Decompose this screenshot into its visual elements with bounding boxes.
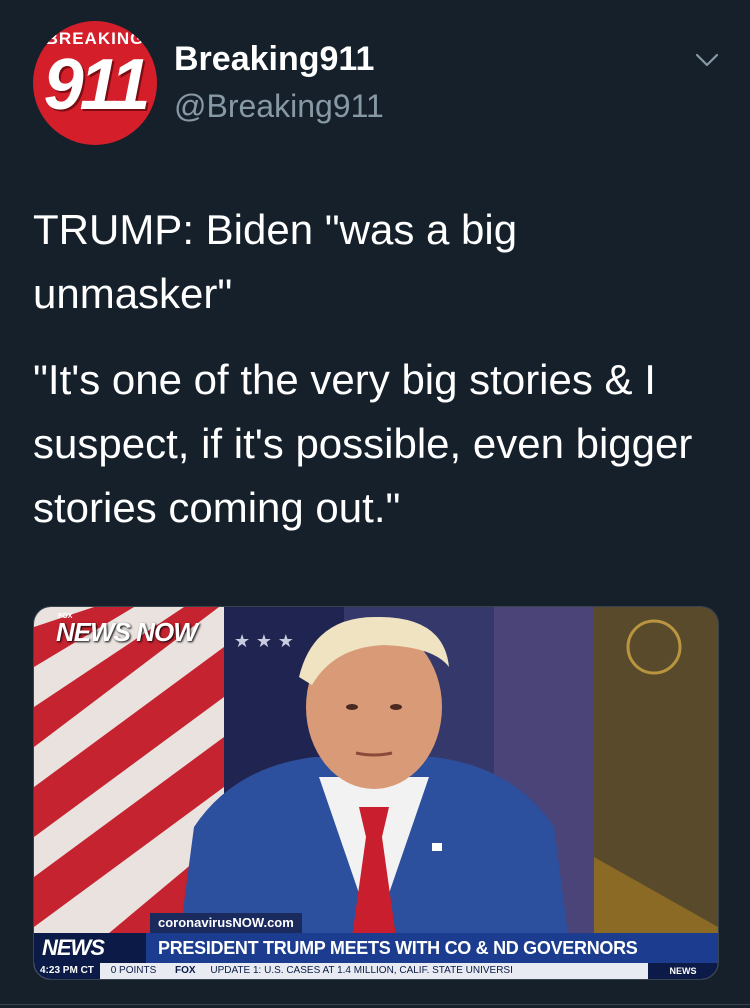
tweet-text: TRUMP: Biden "was a big unmasker" "It's … — [33, 198, 723, 540]
ticker-crawl: 4:23 PM CT 0 POINTS FOX UPDATE 1: U.S. C… — [34, 963, 718, 979]
svg-text:★ ★ ★: ★ ★ ★ — [234, 631, 294, 652]
ticker-time: 4:23 PM CT — [34, 963, 100, 979]
chevron-down-icon[interactable] — [694, 50, 720, 70]
ticker-network: FOX — [175, 965, 196, 976]
ticker-logo: NEWS NOW — [34, 933, 146, 979]
ticker-update: UPDATE 1: U.S. CASES AT 1.4 MILLION, CAL… — [210, 965, 513, 976]
ticker-points: 0 POINTS — [110, 965, 157, 976]
ticker-news-tag: NEWS — [648, 963, 718, 979]
avatar[interactable]: BREAKING 911 — [33, 21, 157, 145]
tweet-paragraph-1: TRUMP: Biden "was a big unmasker" — [33, 206, 518, 317]
ticker-url: coronavirusNOW.com — [150, 913, 302, 933]
media-video-frame[interactable]: ★ ★ ★ FOX NEWS NOW coronavirusNOW.com NE… — [33, 606, 719, 980]
display-name[interactable]: Breaking911 — [174, 40, 374, 79]
tweet: BREAKING 911 Breaking911 @Breaking911 TR… — [0, 0, 750, 1008]
video-scene: ★ ★ ★ — [34, 607, 718, 979]
user-handle[interactable]: @Breaking911 — [174, 88, 384, 125]
news-now-bug: NEWS NOW — [56, 617, 198, 647]
ticker-headline: PRESIDENT TRUMP MEETS WITH CO & ND GOVER… — [146, 933, 718, 963]
tweet-paragraph-2: "It's one of the very big stories & I su… — [33, 356, 693, 531]
divider — [0, 1004, 750, 1005]
avatar-number: 911 — [43, 45, 151, 125]
